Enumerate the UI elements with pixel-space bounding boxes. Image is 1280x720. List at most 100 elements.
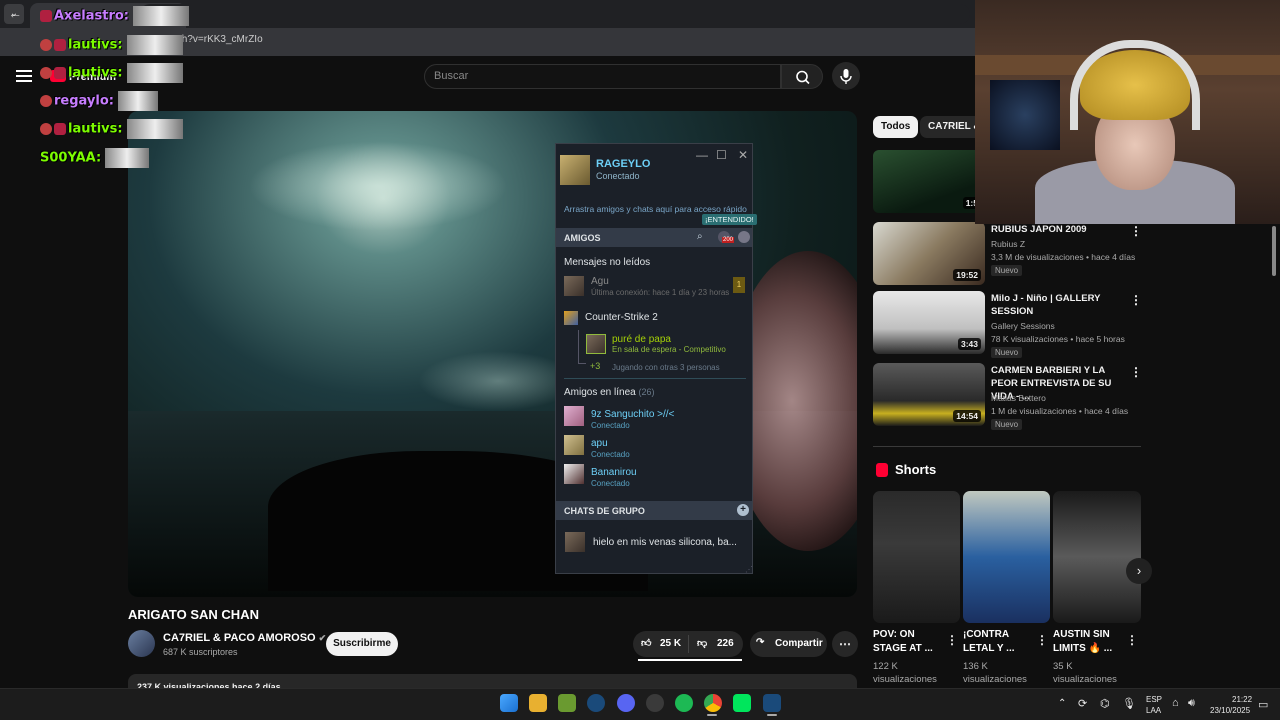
short-title[interactable]: POV: ON STAGE AT ... <box>873 628 943 656</box>
chevron-right-icon[interactable]: › <box>1126 558 1152 584</box>
channel-name[interactable]: CA7RIEL & PACO AMOROSO ✔ <box>163 632 326 644</box>
volume-icon[interactable]: 🔊︎ <box>1188 697 1195 710</box>
thumbs-up-icon[interactable]: 👍︎ <box>641 637 651 649</box>
chrome-icon[interactable] <box>704 694 722 712</box>
more-options-icon[interactable]: ⋮ <box>1126 633 1138 647</box>
like-count[interactable]: 25 K <box>660 638 681 649</box>
friend-status: Conectado <box>591 479 630 488</box>
avatar[interactable] <box>564 435 584 455</box>
group-chat-name[interactable]: hielo en mis venas silicona, ba... <box>593 537 737 548</box>
voice-search-button[interactable] <box>832 62 860 90</box>
notification-icon[interactable]: ▭ <box>1258 698 1268 711</box>
steam-friends-window[interactable]: RAGEYLO Conectado — ☐ ✕ Arrastra amigos … <box>555 143 757 574</box>
video-duration: 3:43 <box>957 338 981 350</box>
short-title[interactable]: ¡CONTRA LETAL Y ... <box>963 628 1033 656</box>
channel-avatar[interactable] <box>128 630 155 657</box>
more-options-icon[interactable]: ⋮ <box>946 633 958 647</box>
chat-message: lautivs: <box>40 119 183 139</box>
group-chats-section-header[interactable]: CHATS DE GRUPO + <box>556 501 752 520</box>
related-thumbnail[interactable]: 19:52 <box>873 222 985 285</box>
short-views: 35 K visualizaciones <box>1053 661 1117 685</box>
short-thumbnail[interactable] <box>873 491 960 623</box>
discord-icon[interactable] <box>617 694 635 712</box>
subscribe-button[interactable]: Suscribirme <box>326 632 398 656</box>
avatar[interactable] <box>560 155 590 185</box>
close-icon[interactable]: ✕ <box>738 148 748 162</box>
avatar[interactable] <box>564 406 584 426</box>
related-channel[interactable]: Rubius Z <box>991 239 1025 249</box>
search-icon <box>796 70 810 85</box>
short-title[interactable]: AUSTIN SIN LIMITS 🔥 ... <box>1053 628 1123 656</box>
minimize-icon[interactable]: — <box>696 148 708 162</box>
short-thumbnail[interactable] <box>963 491 1050 623</box>
kick-icon[interactable] <box>733 694 751 712</box>
hamburger-menu-icon[interactable] <box>16 70 32 82</box>
avatar[interactable] <box>565 532 585 552</box>
friend-status: Última conexión: hace 1 día y 23 horas <box>591 288 730 297</box>
related-channel[interactable]: Matias Bottero <box>991 393 1046 403</box>
sync-icon[interactable]: ⟳ <box>1078 697 1087 710</box>
more-actions-button[interactable]: ⋯ <box>832 631 858 657</box>
search-icon[interactable]: ⌕ <box>697 231 703 242</box>
wifi-icon[interactable]: ⌂ <box>1172 697 1179 709</box>
resize-grip-icon[interactable]: ⋰ <box>745 565 753 574</box>
friends-section-header[interactable]: AMIGOS ⌕ 200 <box>556 228 752 247</box>
page-scrollbar[interactable] <box>1268 224 1280 688</box>
more-options-icon[interactable]: ⋮ <box>1036 633 1048 647</box>
chevron-up-icon[interactable]: ⌃ <box>1058 698 1066 709</box>
steam-icon[interactable] <box>763 694 781 712</box>
avatar[interactable] <box>564 276 584 296</box>
more-options-icon[interactable]: ⋮ <box>1130 365 1142 379</box>
clock-time[interactable]: 21:22 <box>1232 695 1252 704</box>
got-it-button[interactable]: ¡ENTENDIDO! <box>702 214 757 225</box>
friend-status: Conectado <box>591 450 630 459</box>
friend-status: En sala de espera - Competitivo <box>612 345 726 354</box>
video-duration: 14:54 <box>953 410 981 422</box>
thumbs-down-icon[interactable]: 👎︎ <box>697 637 707 649</box>
file-explorer-icon[interactable] <box>529 694 547 712</box>
spotify-icon[interactable] <box>675 694 693 712</box>
friend-name[interactable]: Agu <box>591 276 609 287</box>
network-icon[interactable]: ⌬ <box>1100 697 1110 710</box>
search-placeholder: Buscar <box>434 70 469 82</box>
chat-message: lautivs: <box>40 35 183 55</box>
friend-name[interactable]: puré de papa <box>612 334 671 345</box>
search-button[interactable] <box>781 64 823 89</box>
back-arrow-icon[interactable]: ← <box>8 5 22 21</box>
windows-start-icon[interactable] <box>500 694 518 712</box>
related-thumbnail[interactable]: 3:43 <box>873 291 985 354</box>
friend-name[interactable]: apu <box>591 438 608 449</box>
related-thumbnail[interactable]: 1:5 <box>873 150 985 213</box>
related-meta: 3,3 M de visualizaciones • hace 4 días <box>991 252 1136 262</box>
more-options-icon[interactable]: ⋮ <box>1130 224 1142 238</box>
obs-icon[interactable] <box>646 694 664 712</box>
more-options-icon[interactable]: ⋮ <box>1130 293 1142 307</box>
app-icon[interactable] <box>558 694 576 712</box>
clock-date[interactable]: 23/10/2025 <box>1210 706 1250 715</box>
friend-name[interactable]: Bananirou <box>591 467 637 478</box>
share-label: Compartir <box>775 638 823 649</box>
avatar[interactable] <box>564 464 584 484</box>
address-bar[interactable] <box>140 4 970 24</box>
avatar[interactable] <box>586 334 606 354</box>
add-group-chat-icon[interactable]: + <box>737 504 749 516</box>
language-indicator[interactable]: ESP <box>1146 695 1162 704</box>
chat-username: lautivs: <box>68 121 123 137</box>
chip-all[interactable]: Todos <box>873 116 919 138</box>
friend-name[interactable]: 9z Sanguchito >//< <box>591 409 674 420</box>
short-thumbnail[interactable] <box>1053 491 1141 623</box>
add-friend-icon[interactable] <box>738 231 750 243</box>
related-thumbnail[interactable]: 14:54 <box>873 363 985 426</box>
maximize-icon[interactable]: ☐ <box>716 148 727 162</box>
region-indicator[interactable]: LAA <box>1146 706 1161 715</box>
search-input[interactable] <box>424 64 781 89</box>
related-title[interactable]: Milo J - Niño | GALLERY SESSION <box>991 292 1117 318</box>
steam-username[interactable]: RAGEYLO <box>596 158 650 170</box>
related-title[interactable]: RUBIUS JAPON 2009 <box>991 223 1117 236</box>
game-group-name[interactable]: Counter-Strike 2 <box>585 312 658 323</box>
unread-messages-header: Mensajes no leídos <box>564 257 651 268</box>
mic-icon[interactable]: 🎙︎ <box>1122 697 1136 710</box>
steam-icon[interactable] <box>587 694 605 712</box>
related-channel[interactable]: Gallery Sessions <box>991 321 1055 331</box>
scrollbar-thumb[interactable] <box>1272 226 1276 276</box>
